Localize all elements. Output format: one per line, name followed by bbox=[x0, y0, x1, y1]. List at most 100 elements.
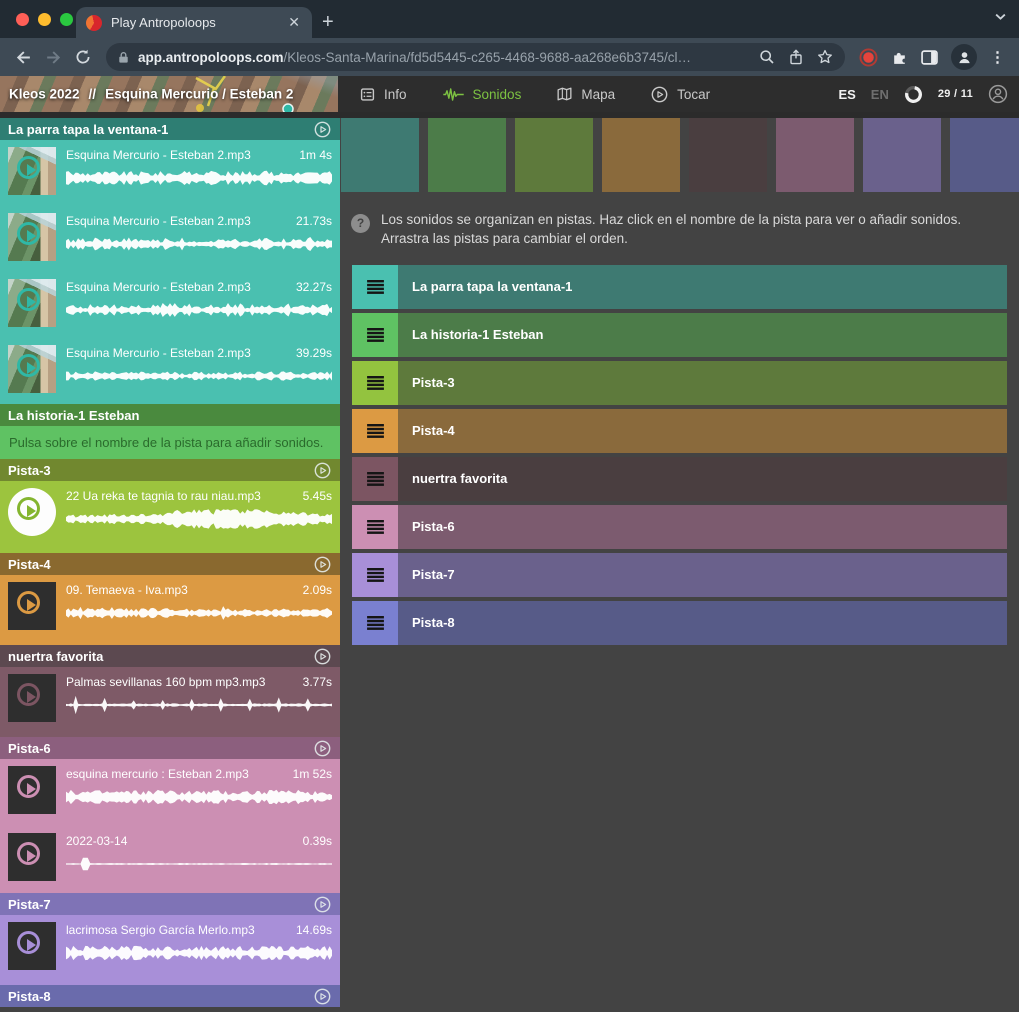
track-header[interactable]: Pista-6 bbox=[0, 737, 340, 759]
track-drag-handle[interactable] bbox=[352, 409, 398, 453]
track-row[interactable]: La historia-1 Esteban bbox=[352, 313, 1007, 357]
track-drag-handle[interactable] bbox=[352, 553, 398, 597]
track-play-button[interactable] bbox=[313, 739, 332, 758]
track-drag-handle[interactable] bbox=[352, 601, 398, 645]
breadcrumb: Kleos 2022 // Esquina Mercurio / Esteban… bbox=[9, 87, 293, 102]
drag-handle-icon bbox=[367, 328, 384, 342]
close-window-button[interactable] bbox=[16, 13, 29, 26]
track-drag-handle[interactable] bbox=[352, 313, 398, 357]
track-header[interactable]: Pista-4 bbox=[0, 553, 340, 575]
track-play-button[interactable] bbox=[313, 647, 332, 666]
minimize-window-button[interactable] bbox=[38, 13, 51, 26]
clip-title: lacrimosa Sergio García Merlo.mp3 bbox=[66, 923, 261, 937]
audio-clip[interactable]: 2022-03-140.39s bbox=[0, 826, 340, 893]
clip-play-icon[interactable] bbox=[17, 222, 40, 245]
extensions-puzzle-icon[interactable] bbox=[891, 49, 908, 66]
track-row[interactable]: nuertra favorita bbox=[352, 457, 1007, 501]
nav-tab-mapa[interactable]: Mapa bbox=[557, 87, 615, 102]
nav-tab-tocar[interactable]: Tocar bbox=[651, 86, 710, 103]
audio-clip[interactable]: lacrimosa Sergio García Merlo.mp314.69s bbox=[0, 915, 340, 985]
track-row-body: Pista-7 bbox=[398, 553, 1007, 597]
track-row[interactable]: Pista-8 bbox=[352, 601, 1007, 645]
audio-clip[interactable]: Esquina Mercurio - Esteban 2.mp321.73s bbox=[0, 206, 340, 272]
track-row[interactable]: Pista-3 bbox=[352, 361, 1007, 405]
audio-clip[interactable]: esquina mercurio : Esteban 2.mp31m 52s bbox=[0, 759, 340, 826]
track-clips: lacrimosa Sergio García Merlo.mp314.69s bbox=[0, 915, 340, 985]
track-header[interactable]: Pista-8 bbox=[0, 985, 340, 1007]
nav-tab-info[interactable]: Info bbox=[360, 87, 407, 102]
track-drag-handle[interactable] bbox=[352, 361, 398, 405]
track-row[interactable]: Pista-7 bbox=[352, 553, 1007, 597]
browser-tab[interactable]: Play Antropoloops ✕ bbox=[76, 7, 312, 38]
track-name: Pista-4 bbox=[8, 557, 51, 572]
clip-play-icon[interactable] bbox=[17, 683, 40, 706]
track-clips: esquina mercurio : Esteban 2.mp31m 52s20… bbox=[0, 759, 340, 893]
audio-clip[interactable]: Esquina Mercurio - Esteban 2.mp339.29s bbox=[0, 338, 340, 404]
audio-clip[interactable]: Esquina Mercurio - Esteban 2.mp332.27s bbox=[0, 272, 340, 338]
address-bar[interactable]: app.antropoloops.com/Kleos-Santa-Marina/… bbox=[106, 43, 845, 71]
track-row[interactable]: La parra tapa la ventana-1 bbox=[352, 265, 1007, 309]
track-header[interactable]: Pista-7 bbox=[0, 893, 340, 915]
nav-tab-sonidos[interactable]: Sonidos bbox=[443, 87, 522, 102]
track-header[interactable]: Pista-3 bbox=[0, 459, 340, 481]
clip-thumbnail bbox=[8, 345, 56, 393]
track-header[interactable]: nuertra favorita bbox=[0, 645, 340, 667]
tab-close-icon[interactable]: ✕ bbox=[286, 14, 302, 31]
clip-thumbnail bbox=[8, 213, 56, 261]
reload-icon[interactable] bbox=[68, 42, 98, 72]
track-play-button[interactable] bbox=[313, 987, 332, 1006]
clip-play-icon[interactable] bbox=[17, 497, 40, 520]
track-row[interactable]: Pista-6 bbox=[352, 505, 1007, 549]
lang-en[interactable]: EN bbox=[871, 87, 889, 102]
lang-es[interactable]: ES bbox=[838, 87, 855, 102]
clip-play-icon[interactable] bbox=[17, 775, 40, 798]
zoom-window-button[interactable] bbox=[60, 13, 73, 26]
zoom-icon[interactable] bbox=[759, 49, 775, 65]
track-row-label: La historia-1 Esteban bbox=[412, 327, 543, 342]
record-icon[interactable] bbox=[859, 48, 878, 67]
track-header[interactable]: La parra tapa la ventana-1 bbox=[0, 118, 340, 140]
track-row-body: Pista-3 bbox=[398, 361, 1007, 405]
audio-clip[interactable]: Palmas sevillanas 160 bpm mp3.mp33.77s bbox=[0, 667, 340, 737]
forward-icon[interactable] bbox=[38, 42, 68, 72]
track-clips: 09. Temaeva - Iva.mp32.09s bbox=[0, 575, 340, 645]
track-header[interactable]: La historia-1 Esteban bbox=[0, 404, 340, 426]
drag-handle-icon bbox=[367, 280, 384, 294]
track-row[interactable]: Pista-4 bbox=[352, 409, 1007, 453]
clip-play-icon[interactable] bbox=[17, 156, 40, 179]
back-icon[interactable] bbox=[8, 42, 38, 72]
lock-icon[interactable] bbox=[118, 51, 129, 64]
bookmark-star-icon[interactable] bbox=[817, 49, 833, 65]
tab-search-chevron-icon[interactable] bbox=[994, 10, 1007, 28]
clip-play-icon[interactable] bbox=[17, 931, 40, 954]
project-banner[interactable]: Kleos 2022 // Esquina Mercurio / Esteban… bbox=[0, 76, 338, 112]
track-play-button[interactable] bbox=[313, 120, 332, 139]
clip-play-icon[interactable] bbox=[17, 591, 40, 614]
clip-play-icon[interactable] bbox=[17, 288, 40, 311]
share-icon[interactable] bbox=[789, 49, 803, 65]
side-panel-icon[interactable] bbox=[921, 50, 938, 65]
audio-clip[interactable]: 22 Ua reka te tagnia to rau niau.mp35.45… bbox=[0, 481, 340, 553]
track-drag-handle[interactable] bbox=[352, 505, 398, 549]
track-play-button[interactable] bbox=[313, 555, 332, 574]
clip-play-icon[interactable] bbox=[17, 354, 40, 377]
clip-play-icon[interactable] bbox=[17, 842, 40, 865]
track-name: Pista-3 bbox=[8, 463, 51, 478]
browser-menu-kebab-icon[interactable]: ⋮ bbox=[990, 48, 1005, 66]
audio-clip[interactable]: Esquina Mercurio - Esteban 2.mp31m 4s bbox=[0, 140, 340, 206]
track-swatch bbox=[602, 118, 680, 192]
track-drag-handle[interactable] bbox=[352, 265, 398, 309]
track-play-button[interactable] bbox=[313, 461, 332, 480]
track-play-button[interactable] bbox=[313, 895, 332, 914]
nav-tab-label: Info bbox=[384, 87, 407, 102]
profile-avatar[interactable] bbox=[951, 44, 977, 70]
audio-clip[interactable]: 09. Temaeva - Iva.mp32.09s bbox=[0, 575, 340, 645]
track-clips: Esquina Mercurio - Esteban 2.mp31m 4sEsq… bbox=[0, 140, 340, 404]
drag-handle-icon bbox=[367, 520, 384, 534]
track-drag-handle[interactable] bbox=[352, 457, 398, 501]
clip-duration: 1m 52s bbox=[293, 767, 332, 781]
clip-title: 2022-03-14 bbox=[66, 834, 133, 848]
new-tab-button[interactable]: + bbox=[322, 9, 334, 35]
account-icon[interactable] bbox=[988, 84, 1008, 104]
clip-info: 09. Temaeva - Iva.mp32.09s bbox=[66, 582, 332, 645]
